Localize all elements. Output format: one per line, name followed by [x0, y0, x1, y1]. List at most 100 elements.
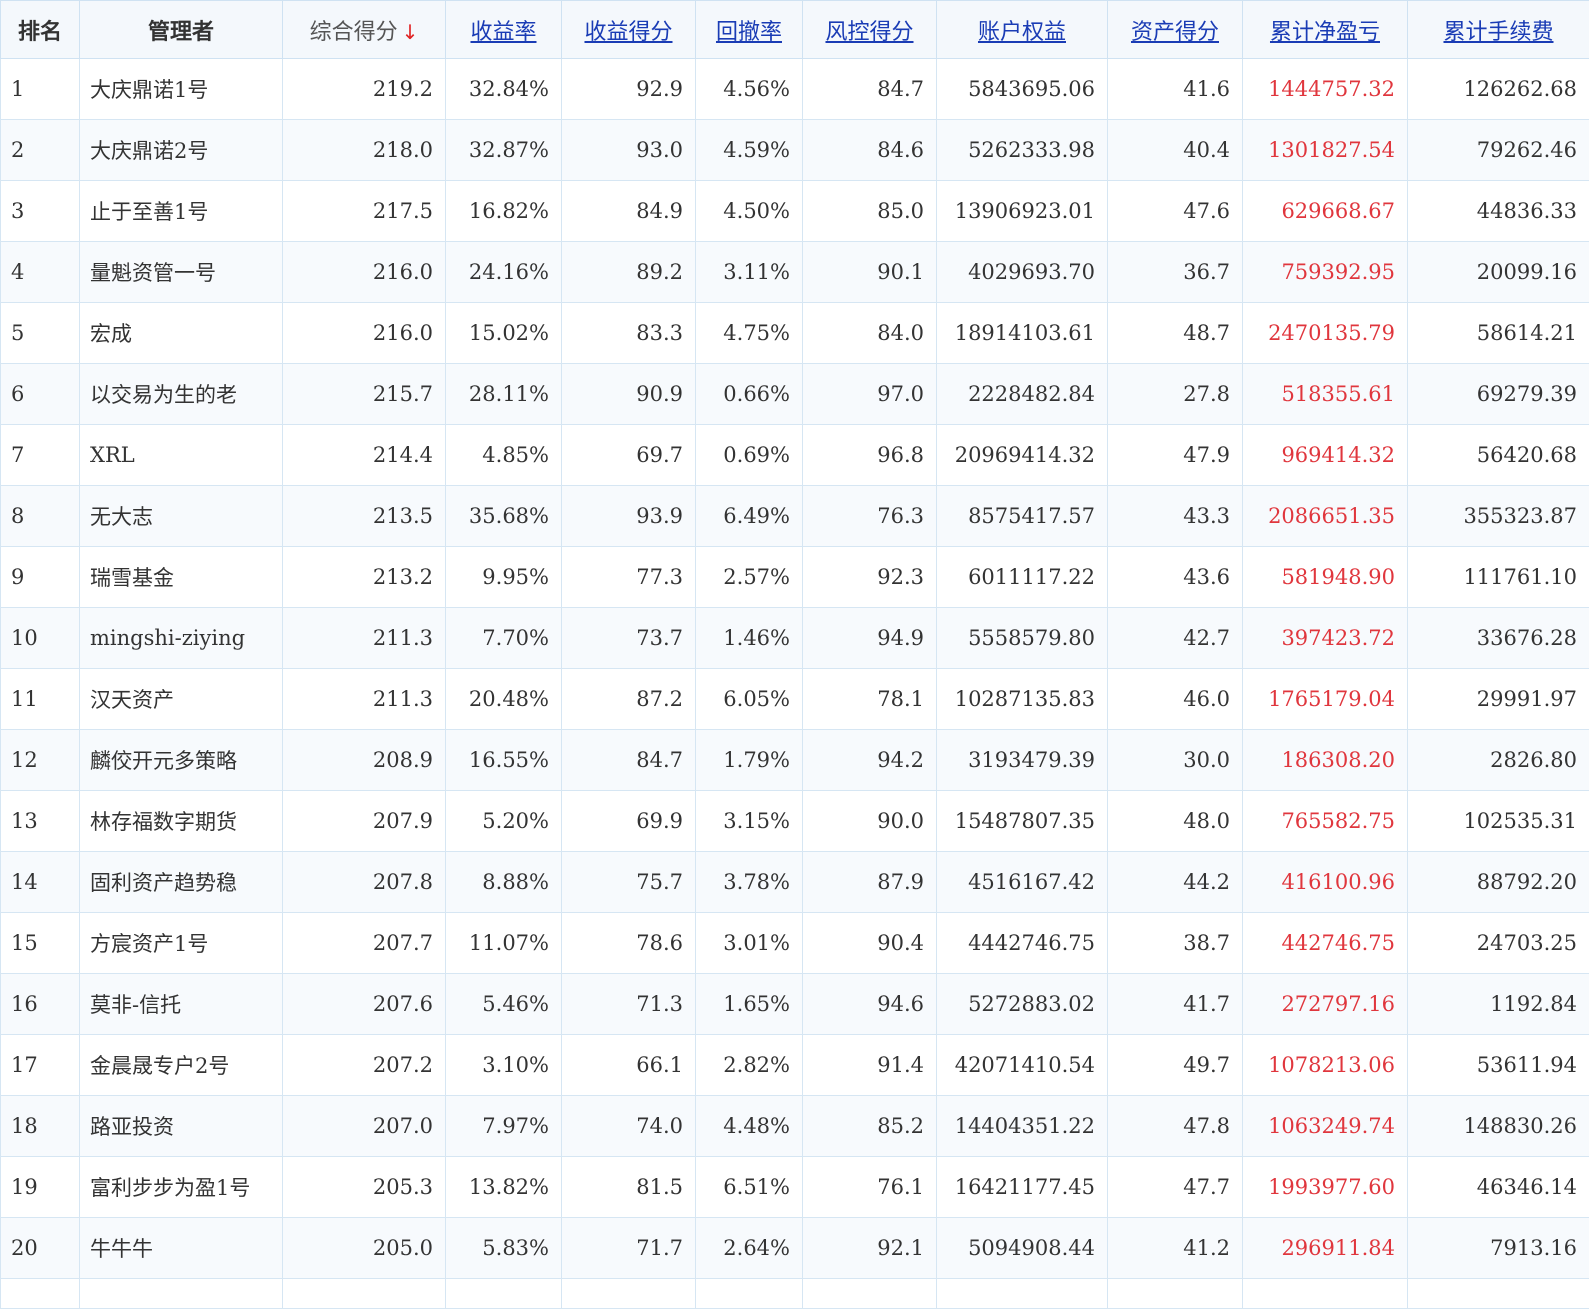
cell-return_rate: 13.82%: [446, 1157, 562, 1218]
cell-asset_score: 47.6: [1108, 181, 1243, 242]
cell-asset_score: 42.7: [1108, 608, 1243, 669]
cell-return_score: 92.9: [562, 59, 696, 120]
cell-risk_score: 94.6: [803, 974, 937, 1035]
cell-net_pnl: 759392.95: [1243, 242, 1408, 303]
cell-return_rate: 5.46%: [446, 974, 562, 1035]
cell-asset_score: 48.0: [1108, 791, 1243, 852]
cell-equity: 2228482.84: [937, 364, 1108, 425]
cell-manager: 瑞雪基金: [80, 547, 283, 608]
cell-manager: 富利步步为盈1号: [80, 1157, 283, 1218]
table-row: 11汉天资产211.320.48%87.26.05%78.110287135.8…: [1, 669, 1589, 730]
cell-asset_score: 43.6: [1108, 547, 1243, 608]
cell-return_rate: 16.55%: [446, 730, 562, 791]
cell-rank: 4: [1, 242, 80, 303]
cell-rank: 14: [1, 852, 80, 913]
cell-asset_score: 47.9: [1108, 425, 1243, 486]
cell-asset_score: 41.6: [1108, 59, 1243, 120]
table-row: 14固利资产趋势稳207.88.88%75.73.78%87.94516167.…: [1, 852, 1589, 913]
cell-risk_score: 84.7: [803, 59, 937, 120]
column-header-fees: 累计手续费: [1408, 1, 1589, 59]
ranking-table: 排名管理者综合得分↓ 收益率 收益得分 回撤率 风控得分 账户权益 资产得分 累计净盈亏 累计手…: [0, 0, 1589, 1309]
sort-link-risk_score[interactable]: 风控得分: [825, 20, 913, 45]
cell-drawdown: 1.65%: [696, 974, 803, 1035]
cell-fees: 69279.39: [1408, 364, 1589, 425]
cell-drawdown: 2.64%: [696, 1218, 803, 1279]
cell-total_score: 213.2: [283, 547, 446, 608]
cell-total_score: 207.7: [283, 913, 446, 974]
cell-return_rate: 7.97%: [446, 1096, 562, 1157]
cell-net_pnl: 1301827.54: [1243, 120, 1408, 181]
sort-desc-arrow-icon: ↓: [402, 20, 419, 44]
column-header-rank: 排名: [1, 1, 80, 59]
table-row: 3止于至善1号217.516.82%84.94.50%85.013906923.…: [1, 181, 1589, 242]
cell-return_score: 69.9: [562, 791, 696, 852]
cell-empty: [562, 1279, 696, 1309]
cell-equity: 14404351.22: [937, 1096, 1108, 1157]
cell-net_pnl: 1063249.74: [1243, 1096, 1408, 1157]
cell-manager: mingshi-ziying: [80, 608, 283, 669]
column-header-manager: 管理者: [80, 1, 283, 59]
cell-rank: 20: [1, 1218, 80, 1279]
cell-total_score: 215.7: [283, 364, 446, 425]
cell-total_score: 207.6: [283, 974, 446, 1035]
cell-net_pnl: 2086651.35: [1243, 486, 1408, 547]
cell-return_rate: 3.10%: [446, 1035, 562, 1096]
table-body: 1大庆鼎诺1号219.232.84%92.94.56%84.75843695.0…: [1, 59, 1589, 1309]
cell-total_score: 207.0: [283, 1096, 446, 1157]
cell-empty: [283, 1279, 446, 1309]
cell-risk_score: 94.2: [803, 730, 937, 791]
sort-link-asset_score[interactable]: 资产得分: [1131, 20, 1219, 45]
cell-asset_score: 49.7: [1108, 1035, 1243, 1096]
cell-total_score: 208.9: [283, 730, 446, 791]
cell-fees: 46346.14: [1408, 1157, 1589, 1218]
cell-equity: 5843695.06: [937, 59, 1108, 120]
cell-equity: 13906923.01: [937, 181, 1108, 242]
cell-net_pnl: 581948.90: [1243, 547, 1408, 608]
cell-net_pnl: 969414.32: [1243, 425, 1408, 486]
sort-link-return_score[interactable]: 收益得分: [584, 20, 672, 45]
cell-return_rate: 35.68%: [446, 486, 562, 547]
cell-equity: 3193479.39: [937, 730, 1108, 791]
cell-return_rate: 9.95%: [446, 547, 562, 608]
sort-link-return_rate[interactable]: 收益率: [470, 20, 536, 45]
table-row: 9瑞雪基金213.29.95%77.32.57%92.36011117.2243…: [1, 547, 1589, 608]
cell-total_score: 205.0: [283, 1218, 446, 1279]
cell-manager: 牛牛牛: [80, 1218, 283, 1279]
sort-link-drawdown[interactable]: 回撤率: [716, 20, 782, 45]
cell-total_score: 219.2: [283, 59, 446, 120]
cell-manager: 以交易为生的老: [80, 364, 283, 425]
cell-total_score: 211.3: [283, 669, 446, 730]
table-row: 7XRL214.44.85%69.70.69%96.820969414.3247…: [1, 425, 1589, 486]
cell-total_score: 213.5: [283, 486, 446, 547]
cell-manager: 金晨晟专户2号: [80, 1035, 283, 1096]
column-header-total_score[interactable]: 综合得分↓: [283, 1, 446, 59]
table-row: 13林存福数字期货207.95.20%69.93.15%90.015487807…: [1, 791, 1589, 852]
cell-equity: 4029693.70: [937, 242, 1108, 303]
cell-asset_score: 27.8: [1108, 364, 1243, 425]
cell-net_pnl: 1078213.06: [1243, 1035, 1408, 1096]
cell-rank: 1: [1, 59, 80, 120]
cell-net_pnl: 629668.67: [1243, 181, 1408, 242]
cell-fees: 58614.21: [1408, 303, 1589, 364]
cell-return_rate: 32.87%: [446, 120, 562, 181]
table-header: 排名管理者综合得分↓ 收益率 收益得分 回撤率 风控得分 账户权益 资产得分 累计净盈亏 累计手…: [1, 1, 1589, 59]
cell-drawdown: 4.75%: [696, 303, 803, 364]
cell-rank: 19: [1, 1157, 80, 1218]
sort-link-fees[interactable]: 累计手续费: [1443, 20, 1553, 45]
cell-return_score: 87.2: [562, 669, 696, 730]
cell-equity: 5094908.44: [937, 1218, 1108, 1279]
table-row: 6以交易为生的老215.728.11%90.90.66%97.02228482.…: [1, 364, 1589, 425]
cell-risk_score: 84.0: [803, 303, 937, 364]
sort-link-net_pnl[interactable]: 累计净盈亏: [1270, 20, 1380, 45]
cell-risk_score: 87.9: [803, 852, 937, 913]
cell-drawdown: 6.05%: [696, 669, 803, 730]
sort-link-equity[interactable]: 账户权益: [978, 20, 1066, 45]
cell-total_score: 207.2: [283, 1035, 446, 1096]
cell-empty: [446, 1279, 562, 1309]
table-row: 19富利步步为盈1号205.313.82%81.56.51%76.1164211…: [1, 1157, 1589, 1218]
cell-manager: 大庆鼎诺1号: [80, 59, 283, 120]
cell-manager: 大庆鼎诺2号: [80, 120, 283, 181]
cell-equity: 4516167.42: [937, 852, 1108, 913]
cell-drawdown: 3.15%: [696, 791, 803, 852]
cell-return_score: 83.3: [562, 303, 696, 364]
